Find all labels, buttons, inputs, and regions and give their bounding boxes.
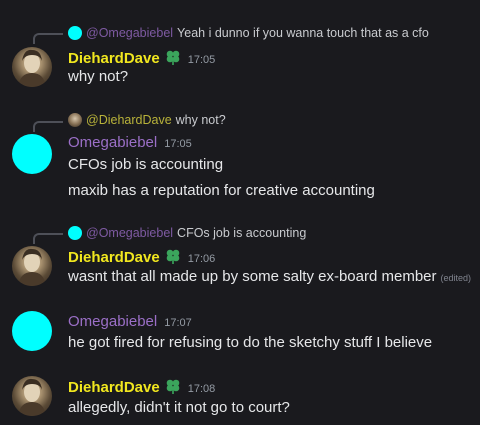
message-header: Omegabiebel 17:07 (68, 313, 192, 330)
reply-avatar-icon (68, 113, 82, 127)
clover-badge-icon[interactable] (165, 248, 181, 264)
username[interactable]: Omegabiebel (68, 313, 157, 330)
reply-author[interactable]: @Omegabiebel (86, 26, 173, 40)
reply-text: Yeah i dunno if you wanna touch that as … (177, 26, 429, 40)
timestamp[interactable]: 17:07 (164, 317, 192, 329)
reply-spine (33, 33, 63, 44)
message-text: CFOs job is accounting (68, 156, 224, 173)
edited-label[interactable]: (edited) (441, 273, 472, 283)
clover-badge-icon[interactable] (165, 49, 181, 65)
username[interactable]: DiehardDave (68, 50, 160, 67)
reply-preview[interactable]: @Omegabiebel CFOs job is accounting (68, 224, 306, 242)
avatar[interactable] (12, 134, 52, 174)
message-text: why not? (68, 68, 129, 85)
avatar[interactable] (12, 311, 52, 351)
reply-author[interactable]: @Omegabiebel (86, 226, 173, 240)
message-header: DiehardDave 17:05 (68, 47, 215, 67)
reply-avatar-icon (68, 26, 82, 40)
avatar[interactable] (12, 246, 52, 286)
timestamp[interactable]: 17:05 (164, 138, 192, 150)
reply-spine (33, 233, 63, 244)
username[interactable]: Omegabiebel (68, 134, 157, 151)
reply-preview[interactable]: @DiehardDave why not? (68, 111, 226, 129)
avatar[interactable] (12, 47, 52, 87)
reply-text: CFOs job is accounting (177, 226, 307, 240)
username[interactable]: DiehardDave (68, 249, 160, 266)
message-header: DiehardDave 17:06 (68, 246, 215, 266)
reply-preview[interactable]: @Omegabiebel Yeah i dunno if you wanna t… (68, 24, 429, 42)
reply-text: why not? (175, 113, 226, 127)
message-header: DiehardDave 17:08 (68, 376, 215, 396)
message-text: he got fired for refusing to do the sket… (68, 334, 433, 351)
message-text: wasnt that all made up by some salty ex-… (68, 268, 471, 285)
timestamp[interactable]: 17:06 (188, 253, 216, 265)
timestamp[interactable]: 17:05 (188, 54, 216, 66)
reply-author[interactable]: @DiehardDave (86, 113, 172, 127)
message-text: maxib has a reputation for creative acco… (68, 182, 375, 199)
message-text: allegedly, didn't it not go to court? (68, 399, 290, 416)
timestamp[interactable]: 17:08 (188, 383, 216, 395)
clover-badge-icon[interactable] (165, 378, 181, 394)
avatar[interactable] (12, 376, 52, 416)
username[interactable]: DiehardDave (68, 379, 160, 396)
message-header: Omegabiebel 17:05 (68, 134, 192, 151)
reply-spine (33, 121, 63, 132)
reply-avatar-icon (68, 226, 82, 240)
message-text-content: wasnt that all made up by some salty ex-… (68, 268, 437, 285)
chat-message-list: @Omegabiebel Yeah i dunno if you wanna t… (0, 0, 480, 425)
